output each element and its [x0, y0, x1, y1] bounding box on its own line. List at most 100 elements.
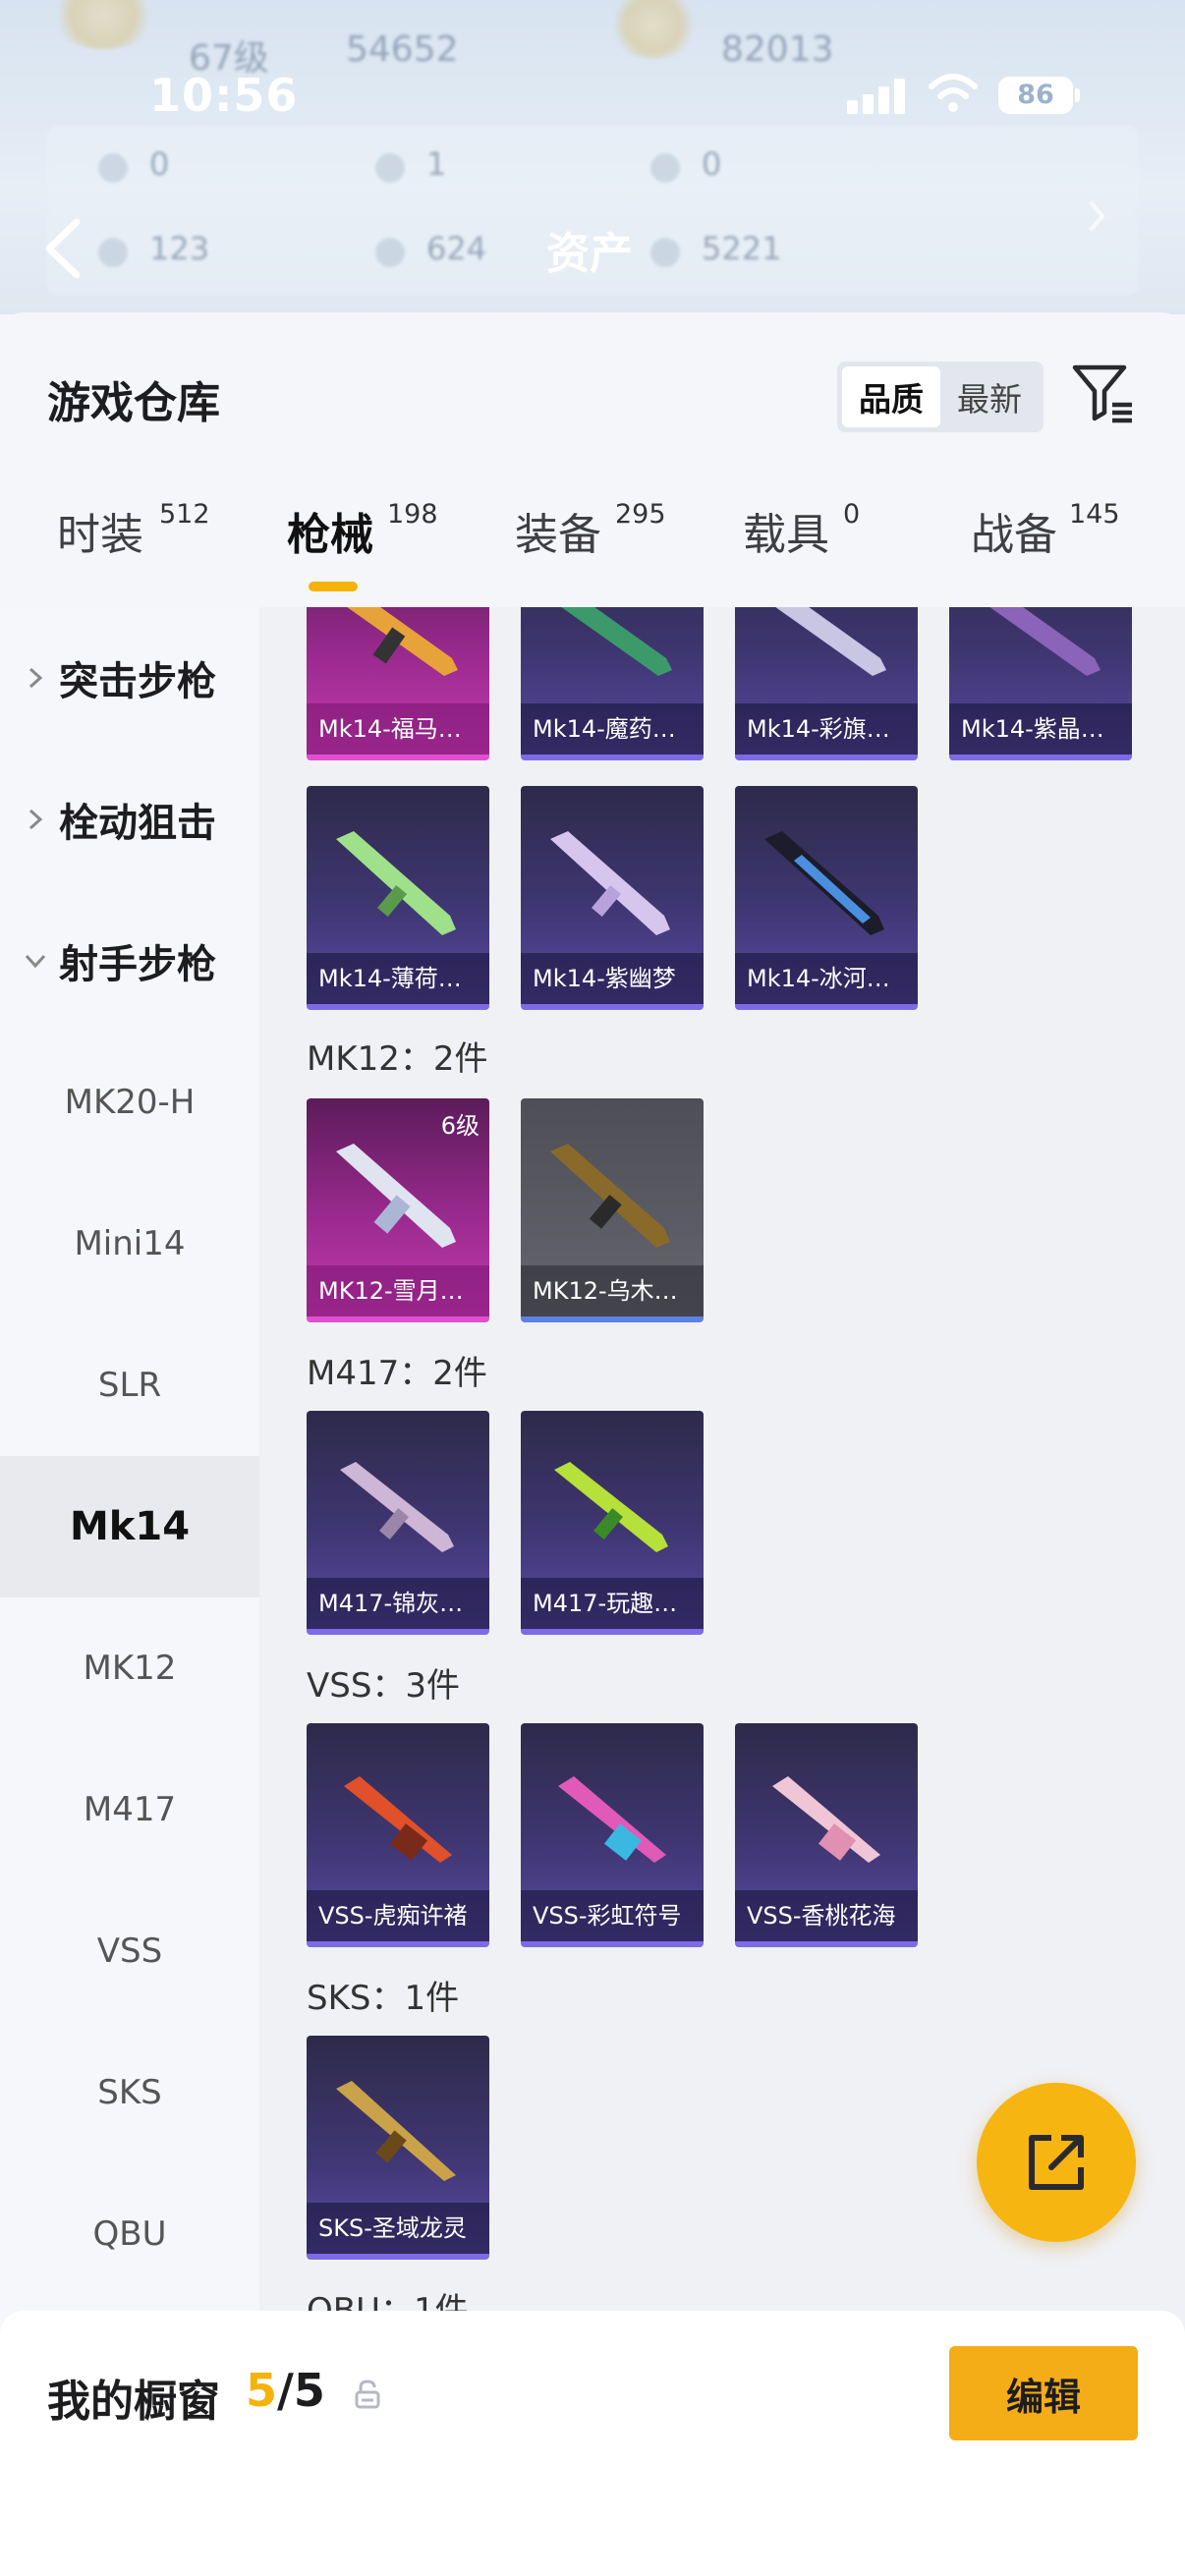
page-title: 资产: [546, 229, 633, 279]
lock-icon: [355, 2380, 380, 2409]
tab-label: 战备: [971, 510, 1057, 560]
nav-category-label: 射手步枪: [59, 942, 216, 987]
item-name: Mk14-冰河…: [735, 953, 918, 1004]
nav-item-sks[interactable]: SKS: [0, 2022, 259, 2163]
item-card[interactable]: Mk14-紫幽梦: [521, 786, 704, 1010]
stats-row: 0 1 0: [47, 126, 1138, 210]
group-title-vss: VSS：3件: [307, 1666, 461, 1706]
item-name: VSS-彩虹符号: [521, 1890, 704, 1941]
nav-item-qbu[interactable]: QBU: [0, 2163, 259, 2305]
sort-by-newest[interactable]: 最新: [940, 366, 1039, 427]
item-card[interactable]: VSS-香桃花海: [735, 1723, 918, 1947]
showcase-label: 我的橱窗: [47, 2377, 220, 2427]
player-score-b: 82013: [721, 29, 834, 70]
group-title-mk12: MK12：2件: [307, 1039, 488, 1079]
item-card[interactable]: Mk14-魔药…: [521, 607, 704, 760]
player-score: 54652: [346, 29, 459, 70]
item-name: MK12-乌木…: [521, 1265, 704, 1316]
group-title-sks: SKS：1件: [307, 1979, 460, 2018]
nav-category-marksman-rifle[interactable]: 射手步枪: [0, 890, 259, 1032]
item-name: VSS-虎痴许褚: [307, 1890, 489, 1941]
tab-label: 装备: [515, 510, 601, 560]
battery-tip: [1075, 88, 1080, 102]
rifle-icon: [775, 607, 886, 676]
tab-gear[interactable]: 战备 145: [971, 499, 1120, 607]
chevron-right-icon: [28, 809, 43, 830]
nav-category-bolt-sniper[interactable]: 栓动狙击: [0, 749, 259, 890]
rank-emblem-icon: [609, 0, 698, 59]
sheet-header: 游戏仓库 品质 最新 时装 512 枪械 198 装备 295 载具 0 战备 …: [0, 312, 1185, 607]
rifle-icon: [336, 2081, 456, 2181]
item-card[interactable]: M417-玩趣…: [521, 1411, 704, 1635]
rifle-icon: [340, 1462, 454, 1552]
item-card[interactable]: M417-锦灰…: [307, 1411, 489, 1635]
chevron-down-icon: [25, 954, 46, 969]
tab-count: 0: [843, 499, 861, 530]
item-card[interactable]: VSS-彩虹符号: [521, 1723, 704, 1947]
item-card[interactable]: Mk14-彩旗…: [735, 607, 918, 760]
edit-button[interactable]: 编辑: [949, 2346, 1138, 2440]
item-name: SKS-圣域龙灵: [307, 2203, 489, 2254]
tab-label: 载具: [743, 510, 829, 560]
item-card[interactable]: VSS-虎痴许褚: [307, 1723, 489, 1947]
item-card[interactable]: Mk14-薄荷…: [307, 786, 489, 1010]
item-name: M417-锦灰…: [307, 1578, 489, 1629]
item-card[interactable]: Mk14-福马…: [307, 607, 489, 760]
showcase-separator: /: [277, 2364, 294, 2417]
nav-item-vss[interactable]: VSS: [0, 1880, 259, 2022]
nav-item-mk20h[interactable]: MK20-H: [0, 1032, 259, 1173]
category-tabs: 时装 512 枪械 198 装备 295 载具 0 战备 145: [0, 499, 1185, 607]
item-name: Mk14-魔药…: [521, 703, 704, 755]
item-name: Mk14-福马…: [307, 703, 489, 755]
item-name: MK12-雪月…: [307, 1265, 489, 1316]
chevron-right-icon: [1089, 200, 1105, 232]
item-card[interactable]: 6级 MK12-雪月…: [307, 1098, 489, 1322]
rank-emblem-icon: [49, 0, 157, 49]
nav-item-slr[interactable]: SLR: [0, 1315, 259, 1456]
item-card[interactable]: Mk14-冰河…: [735, 786, 918, 1010]
share-external-icon: [1029, 2135, 1084, 2190]
rifle-icon: [336, 831, 456, 935]
item-name: M417-玩趣…: [521, 1578, 704, 1629]
showcase-count: 5/5: [246, 2364, 325, 2417]
back-arrow-icon[interactable]: [39, 214, 88, 283]
nav-category-label: 栓动狙击: [59, 801, 216, 846]
tab-count: 512: [159, 499, 210, 530]
tab-label: 时装: [57, 510, 143, 560]
nav-item-mk12[interactable]: MK12: [0, 1597, 259, 1739]
nav-item-mk14[interactable]: Mk14: [0, 1456, 259, 1597]
nav-category-assault-rifle[interactable]: 突击步枪: [0, 607, 259, 749]
tab-equipment[interactable]: 装备 295: [515, 499, 666, 607]
item-card[interactable]: Mk14-紫晶…: [949, 607, 1132, 760]
rifle-icon: [550, 831, 670, 935]
item-card[interactable]: MK12-乌木…: [521, 1098, 704, 1322]
sort-toggle: 品质 最新: [837, 362, 1044, 432]
tab-vehicles[interactable]: 载具 0: [743, 499, 860, 607]
item-name: Mk14-紫晶…: [949, 703, 1132, 755]
share-button[interactable]: [977, 2083, 1136, 2242]
filter-icon[interactable]: [1071, 362, 1136, 426]
tab-fashion[interactable]: 时装 512: [57, 499, 210, 607]
background-page: 67级 54652 82013 0 1 0 123 624 5221 资产: [0, 0, 1185, 314]
nav-category-label: 突击步枪: [59, 659, 216, 704]
status-time: 10:56: [149, 69, 299, 122]
warehouse-sheet: 游戏仓库 品质 最新 时装 512 枪械 198 装备 295 载具 0 战备 …: [0, 312, 1185, 2576]
item-name: VSS-香桃花海: [735, 1890, 918, 1941]
battery-indicator: 86: [998, 77, 1073, 114]
showcase-current: 5: [246, 2364, 278, 2417]
rifle-icon: [550, 1144, 670, 1248]
tab-count: 145: [1069, 499, 1120, 530]
showcase-bar: 我的橱窗 5/5 编辑: [0, 2311, 1185, 2576]
nav-item-mini14[interactable]: Mini14: [0, 1173, 259, 1315]
rifle-icon: [772, 1776, 880, 1863]
nav-item-m417[interactable]: M417: [0, 1739, 259, 1880]
item-name: Mk14-薄荷…: [307, 953, 489, 1004]
wifi-icon: [929, 74, 978, 112]
chevron-right-icon: [28, 667, 43, 689]
sort-by-quality[interactable]: 品质: [842, 366, 940, 427]
rifle-icon: [336, 1144, 456, 1248]
active-tab-indicator: [309, 582, 358, 591]
rifle-icon: [989, 607, 1100, 676]
rifle-icon: [558, 1776, 666, 1863]
item-card[interactable]: SKS-圣域龙灵: [307, 2036, 489, 2260]
